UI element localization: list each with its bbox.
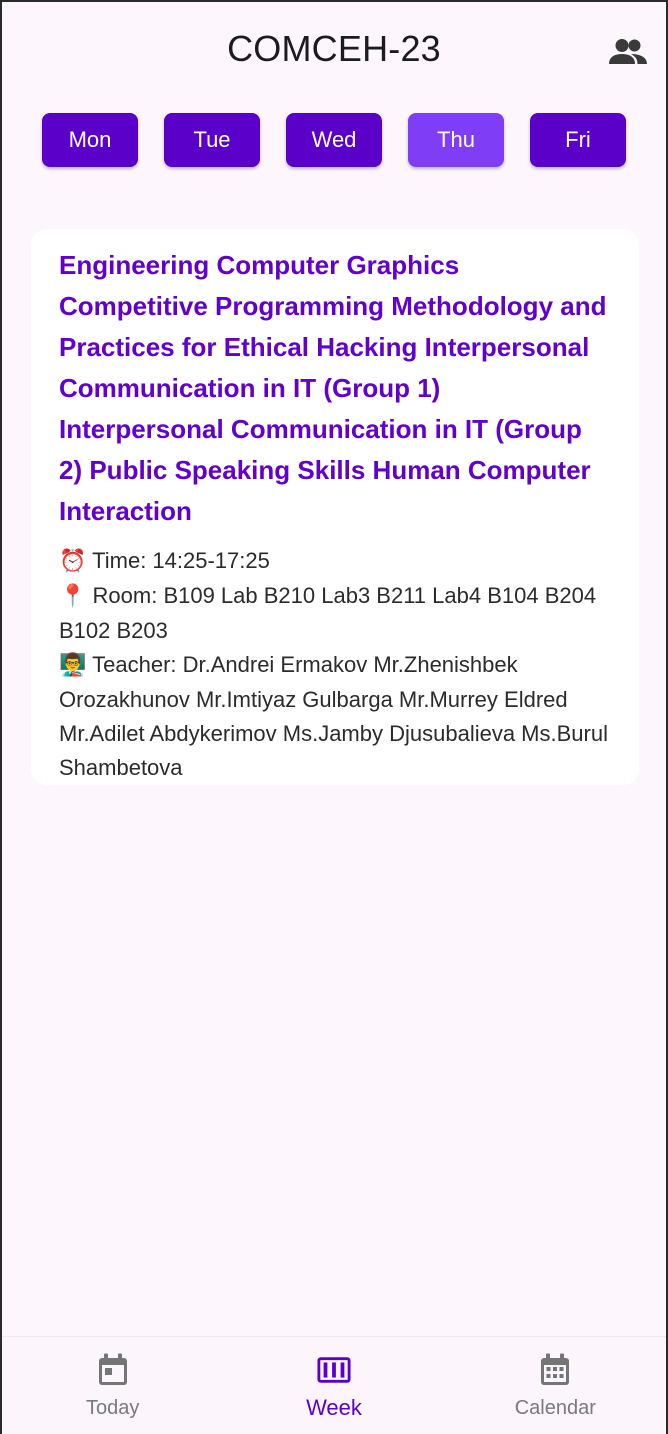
day-button-fri[interactable]: Fri bbox=[530, 113, 626, 167]
calendar-month-icon bbox=[538, 1353, 572, 1387]
nav-today[interactable]: Today bbox=[2, 1337, 223, 1434]
lesson-time-text: Time: 14:25-17:25 bbox=[92, 548, 270, 573]
pin-icon: 📍 bbox=[59, 584, 87, 609]
group-icon bbox=[609, 39, 647, 64]
page-title: COMCEH-23 bbox=[227, 28, 441, 69]
nav-calendar-label: Calendar bbox=[514, 1397, 596, 1419]
day-button-wed[interactable]: Wed bbox=[286, 113, 382, 167]
day-button-tue[interactable]: Tue bbox=[164, 113, 260, 167]
nav-week[interactable]: Week bbox=[223, 1337, 444, 1434]
lesson-time: ⏰ Time: 14:25-17:25 bbox=[59, 544, 611, 579]
app-bar: COMCEH-23 bbox=[2, 2, 666, 98]
bottom-navigation: Today Week Calendar bbox=[2, 1336, 666, 1434]
lesson-details: ⏰ Time: 14:25-17:25 📍 Room: B109 Lab B21… bbox=[59, 544, 611, 785]
nav-week-label: Week bbox=[306, 1395, 362, 1420]
lesson-card: Engineering Computer Graphics Competitiv… bbox=[31, 229, 639, 785]
nav-calendar[interactable]: Calendar bbox=[445, 1337, 666, 1434]
lesson-title: Engineering Computer Graphics Competitiv… bbox=[59, 250, 607, 526]
day-button-mon[interactable]: Mon bbox=[42, 113, 138, 167]
calendar-today-icon bbox=[96, 1353, 130, 1387]
nav-today-label: Today bbox=[85, 1397, 140, 1419]
lesson-room-text: Room: B109 Lab B210 Lab3 B211 Lab4 B104 … bbox=[59, 583, 597, 643]
lesson-room: 📍 Room: B109 Lab B210 Lab3 B211 Lab4 B10… bbox=[59, 579, 611, 648]
alarm-clock-icon: ⏰ bbox=[59, 549, 87, 574]
teacher-icon: 👨‍🏫 bbox=[59, 653, 87, 678]
view-week-icon bbox=[317, 1353, 351, 1387]
lesson-teacher: 👨‍🏫 Teacher: Dr.Andrei Ermakov Mr.Zhenis… bbox=[59, 648, 611, 785]
group-button[interactable] bbox=[606, 32, 650, 72]
lesson-teacher-text: Teacher: Dr.Andrei Ermakov Mr.Zhenishbek… bbox=[59, 652, 608, 780]
day-button-thu[interactable]: Thu bbox=[408, 113, 504, 167]
day-selector: Mon Tue Wed Thu Fri bbox=[42, 113, 626, 167]
